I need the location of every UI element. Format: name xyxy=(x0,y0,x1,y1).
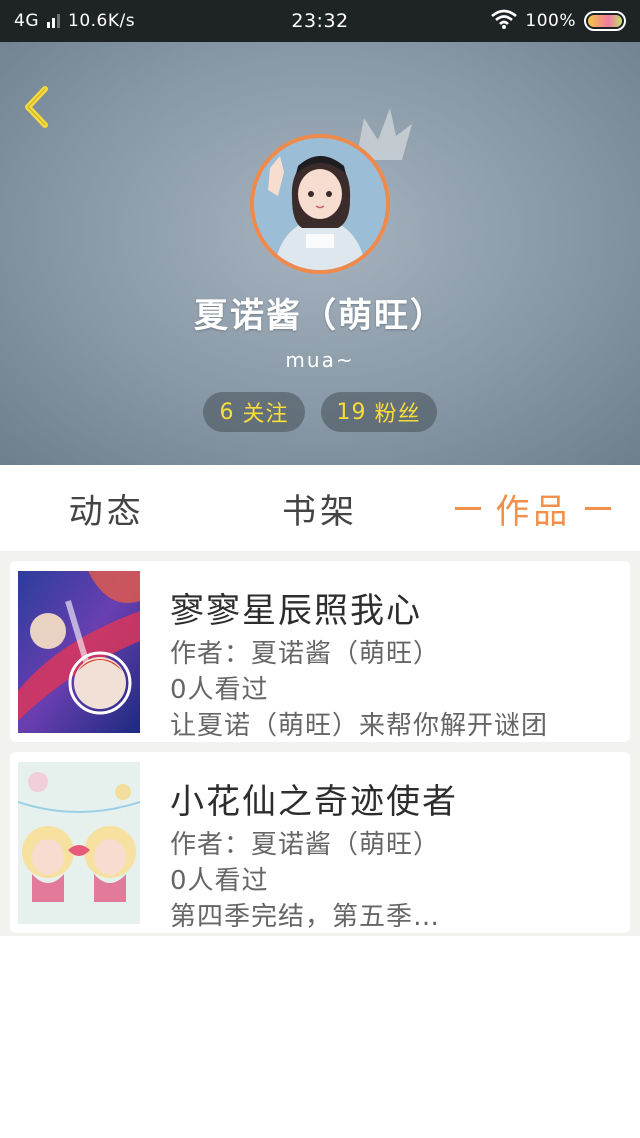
battery-icon xyxy=(584,11,626,31)
book-cover xyxy=(18,571,140,733)
clock: 23:32 xyxy=(291,10,349,32)
followers-label: 粉丝 xyxy=(374,402,421,427)
profile-header: 夏诺酱（萌旺） mua~ 6 关注 19 粉丝 xyxy=(0,42,640,465)
book-cover-illustration xyxy=(18,762,140,924)
profile-tabs: 动态 书架 作品 xyxy=(0,465,640,551)
tab-works-label: 作品 xyxy=(495,491,572,532)
user-name: 夏诺酱（萌旺） xyxy=(194,296,446,336)
followers-count: 19 xyxy=(336,399,367,425)
stats-row: 6 关注 19 粉丝 xyxy=(0,392,640,432)
works-list: 寥寥星辰照我心 作者：夏诺酱（萌旺） 0人看过 让夏诺（萌旺）来帮你解开谜团 小… xyxy=(0,551,640,936)
status-left: 4G 10.6K/s xyxy=(14,11,135,31)
network-speed: 10.6K/s xyxy=(68,11,136,31)
book-description: 让夏诺（萌旺）来帮你解开谜团 xyxy=(170,711,549,741)
tab-indicator-left xyxy=(455,506,482,510)
book-views: 0人看过 xyxy=(170,866,269,896)
avatar-illustration xyxy=(254,138,386,270)
book-author: 作者：夏诺酱（萌旺） xyxy=(170,639,441,669)
network-type: 4G xyxy=(14,11,39,31)
back-button[interactable] xyxy=(14,82,58,132)
tab-bookshelf[interactable]: 书架 xyxy=(213,484,426,533)
following-button[interactable]: 6 关注 xyxy=(203,392,305,432)
user-bio: mua~ xyxy=(285,348,355,372)
book-title: 小花仙之奇迹使者 xyxy=(170,782,458,822)
tab-activity[interactable]: 动态 xyxy=(0,484,213,533)
book-info: 寥寥星辰照我心 作者：夏诺酱（萌旺） 0人看过 让夏诺（萌旺）来帮你解开谜团 xyxy=(170,571,548,741)
book-cover-illustration xyxy=(18,571,140,733)
followers-button[interactable]: 19 粉丝 xyxy=(320,392,437,432)
book-title: 寥寥星辰照我心 xyxy=(170,591,422,631)
signal-icon xyxy=(47,14,60,28)
book-card[interactable]: 寥寥星辰照我心 作者：夏诺酱（萌旺） 0人看过 让夏诺（萌旺）来帮你解开谜团 xyxy=(10,561,630,742)
following-count: 6 xyxy=(219,399,235,425)
empty-area xyxy=(0,936,640,1138)
tab-indicator-right xyxy=(585,506,612,510)
avatar[interactable] xyxy=(250,134,390,274)
chevron-left-icon xyxy=(25,86,48,128)
book-description: 第四季完结，第五季… xyxy=(170,902,441,932)
status-right: 100% xyxy=(491,9,626,34)
following-label: 关注 xyxy=(242,402,289,427)
book-card[interactable]: 小花仙之奇迹使者 作者：夏诺酱（萌旺） 0人看过 第四季完结，第五季… xyxy=(10,752,630,933)
tab-works[interactable]: 作品 xyxy=(427,484,640,533)
book-info: 小花仙之奇迹使者 作者：夏诺酱（萌旺） 0人看过 第四季完结，第五季… xyxy=(170,762,458,932)
status-bar: 4G 10.6K/s 23:32 100% xyxy=(0,0,640,42)
battery-percent: 100% xyxy=(525,11,576,31)
book-cover xyxy=(18,762,140,924)
book-views: 0人看过 xyxy=(170,675,269,705)
book-author: 作者：夏诺酱（萌旺） xyxy=(170,830,441,860)
wifi-icon xyxy=(491,9,518,34)
